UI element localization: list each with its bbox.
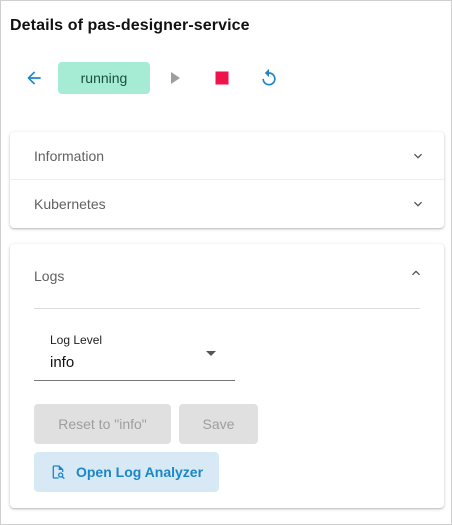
logs-divider: [34, 308, 420, 309]
open-log-analyzer-label: Open Log Analyzer: [75, 464, 204, 480]
arrow-left-icon: [27, 71, 41, 85]
details-dialog: Details of pas-designer-service running: [0, 0, 452, 525]
panel-logs-label: Logs: [34, 268, 65, 284]
stop-icon: [215, 71, 229, 85]
service-toolbar: running: [1, 61, 451, 95]
chevron-down-icon: [414, 201, 422, 207]
dropdown-arrow-icon: [206, 351, 216, 356]
document-search-icon: [50, 464, 66, 480]
restart-icon: [262, 68, 276, 86]
chevron-down-icon: [414, 153, 422, 159]
save-button[interactable]: Save: [179, 404, 258, 444]
back-button[interactable]: [17, 61, 51, 95]
log-level-label: Log Level: [50, 333, 103, 347]
play-icon: [171, 72, 180, 84]
panel-information-label: Information: [34, 148, 105, 164]
start-button[interactable]: [158, 61, 192, 95]
panel-logs-header[interactable]: Logs: [10, 244, 444, 308]
chevron-up-icon: [412, 270, 420, 276]
panel-logs: Logs Log Level info Reset to "info" Save: [10, 244, 444, 508]
panel-kubernetes-label: Kubernetes: [34, 196, 106, 212]
log-level-value: info: [50, 354, 75, 371]
panel-kubernetes[interactable]: Kubernetes: [10, 180, 444, 228]
info-panels: Information Kubernetes: [10, 132, 444, 228]
restart-button[interactable]: [252, 61, 286, 95]
page-title: Details of pas-designer-service: [10, 17, 250, 34]
log-level-underline: [34, 380, 235, 381]
stop-button[interactable]: [205, 61, 239, 95]
reset-log-level-button[interactable]: Reset to "info": [34, 404, 171, 444]
log-level-select[interactable]: Log Level info: [34, 328, 235, 381]
open-log-analyzer-button[interactable]: Open Log Analyzer: [34, 452, 219, 492]
panel-information[interactable]: Information: [10, 132, 444, 180]
status-badge: running: [58, 62, 150, 94]
